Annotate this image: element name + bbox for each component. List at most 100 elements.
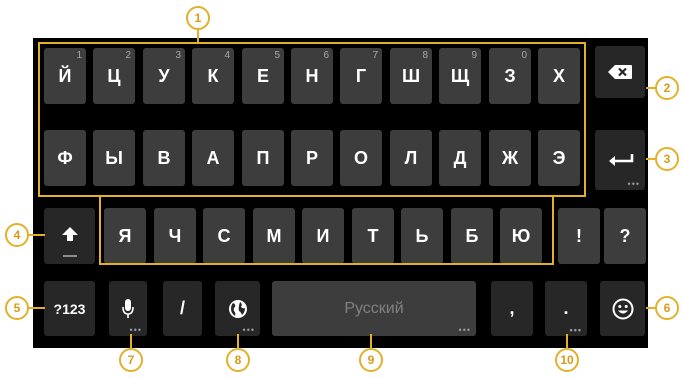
callout-1: 1 — [186, 6, 210, 30]
key-row2-7[interactable]: Л — [390, 130, 432, 186]
key-row1-7[interactable]: Ш8 — [390, 48, 432, 104]
voice-key-more-dots: ••• — [129, 325, 142, 335]
slash-key-label: / — [179, 298, 185, 318]
key-row3-4[interactable]: И — [302, 208, 344, 264]
key-row2-8[interactable]: Д — [439, 130, 481, 186]
enter-key[interactable]: ••• — [595, 130, 645, 190]
period-key-more-dots: ••• — [569, 325, 582, 335]
key-row3-7[interactable]: Б — [451, 208, 493, 264]
key-row1-5[interactable]: Н6 — [291, 48, 333, 104]
space-bar-more-dots: ••• — [458, 325, 471, 335]
key-row3-6-label: Ь — [415, 225, 429, 246]
key-row1-6[interactable]: Г7 — [340, 48, 382, 104]
key-row3-6[interactable]: Ь — [401, 208, 443, 264]
voice-input-key[interactable]: ••• — [109, 281, 147, 336]
backspace-key[interactable] — [595, 46, 645, 98]
key-row2-5[interactable]: Р — [291, 130, 333, 186]
key-row1-3[interactable]: К4 — [192, 48, 234, 104]
key-row2-9[interactable]: Ж — [489, 130, 531, 186]
key-row1-10[interactable]: Х — [538, 48, 580, 104]
period-key-label: . — [563, 298, 569, 318]
key-row3-3[interactable]: М — [253, 208, 295, 264]
key-row2-5-label: Р — [305, 147, 318, 168]
microphone-icon — [122, 298, 134, 318]
key-row1-4[interactable]: Е5 — [242, 48, 284, 104]
key-row3-2[interactable]: С — [203, 208, 245, 264]
symbols-key-label: ?123 — [53, 300, 86, 317]
callout-10: 10 — [555, 348, 579, 372]
key-row2-2[interactable]: В — [143, 130, 185, 186]
key-row3-0[interactable]: Я — [104, 208, 146, 264]
key-row1-1[interactable]: Ц2 — [93, 48, 135, 104]
key-row2-1-label: Ы — [105, 147, 123, 168]
slash-key[interactable]: / — [163, 281, 202, 336]
key-row3-2-label: С — [217, 225, 231, 246]
key-row1-5-label: Н — [305, 65, 319, 86]
key-row2-0-label: Ф — [57, 147, 73, 168]
emoji-key[interactable] — [600, 281, 645, 336]
key-row1-7-label: Ш — [401, 65, 421, 86]
globe-icon — [228, 299, 247, 318]
language-key-more-dots: ••• — [242, 325, 255, 335]
key-row3-1-label: Ч — [168, 225, 182, 246]
key-row1-7-number-hint: 8 — [422, 50, 428, 61]
key-row2-6-label: О — [353, 147, 368, 168]
key-row3-4-label: И — [316, 225, 330, 246]
callout-2: 2 — [655, 76, 679, 100]
key-row2-6[interactable]: О — [340, 130, 382, 186]
key-row1-6-label: Г — [355, 65, 367, 86]
key-row3-5-label: Т — [367, 225, 379, 246]
callout-5: 5 — [5, 296, 29, 320]
period-key[interactable]: . ••• — [545, 281, 587, 336]
key-row1-0-label: Й — [58, 65, 72, 86]
callout-6: 6 — [655, 296, 679, 320]
shift-arrow-icon — [61, 227, 78, 241]
key-row1-9-number-hint: 0 — [521, 50, 527, 61]
key-row2-7-label: Л — [404, 147, 418, 168]
comma-key[interactable]: , — [491, 281, 533, 336]
key-row2-2-label: В — [157, 147, 171, 168]
key-punct-0[interactable]: ! — [558, 208, 600, 264]
key-row3-5[interactable]: Т — [352, 208, 394, 264]
key-row2-3[interactable]: А — [192, 130, 234, 186]
key-row1-3-number-hint: 4 — [224, 50, 230, 61]
key-row1-1-number-hint: 2 — [125, 50, 131, 61]
callout-8: 8 — [226, 348, 250, 372]
key-row2-0[interactable]: Ф — [44, 130, 86, 186]
symbols-key[interactable]: ?123 — [44, 281, 95, 336]
key-row3-1[interactable]: Ч — [154, 208, 196, 264]
key-row2-1[interactable]: Ы — [93, 130, 135, 186]
space-bar[interactable]: Русский ••• — [272, 281, 476, 336]
space-bar-label: Русский — [344, 299, 404, 317]
key-row2-8-label: Д — [453, 147, 467, 168]
shift-key[interactable] — [44, 208, 95, 264]
key-row1-2[interactable]: У3 — [143, 48, 185, 104]
key-punct-1-label: ? — [619, 225, 631, 246]
keyboard: ••• ?123 ••• / ••• Русский ••• , . ••• Й… — [33, 38, 648, 348]
key-row1-9-label: З — [504, 65, 516, 86]
key-row1-8-label: Щ — [450, 65, 470, 86]
enter-icon — [609, 154, 634, 166]
key-row1-2-number-hint: 3 — [175, 50, 181, 61]
key-row1-10-label: Х — [552, 65, 565, 86]
key-row1-5-number-hint: 6 — [323, 50, 329, 61]
key-row1-3-label: К — [207, 65, 219, 86]
backspace-icon — [608, 65, 632, 79]
key-row2-10[interactable]: Э — [538, 130, 580, 186]
key-row1-0-number-hint: 1 — [76, 50, 82, 61]
key-row2-3-label: А — [206, 147, 220, 168]
key-row1-9[interactable]: З0 — [489, 48, 531, 104]
key-row3-8[interactable]: Ю — [500, 208, 542, 264]
callout-3: 3 — [655, 147, 679, 171]
key-row2-4[interactable]: П — [242, 130, 284, 186]
language-switch-key[interactable]: ••• — [215, 281, 260, 336]
callout-4: 4 — [5, 223, 29, 247]
key-row1-8[interactable]: Щ9 — [439, 48, 481, 104]
key-row1-0[interactable]: Й1 — [44, 48, 86, 104]
key-row2-4-label: П — [256, 147, 270, 168]
key-row3-7-label: Б — [465, 225, 479, 246]
key-row2-10-label: Э — [552, 147, 566, 168]
key-punct-0-label: ! — [576, 225, 582, 246]
key-punct-1[interactable]: ? — [604, 208, 646, 264]
key-row2-9-label: Ж — [501, 147, 519, 168]
